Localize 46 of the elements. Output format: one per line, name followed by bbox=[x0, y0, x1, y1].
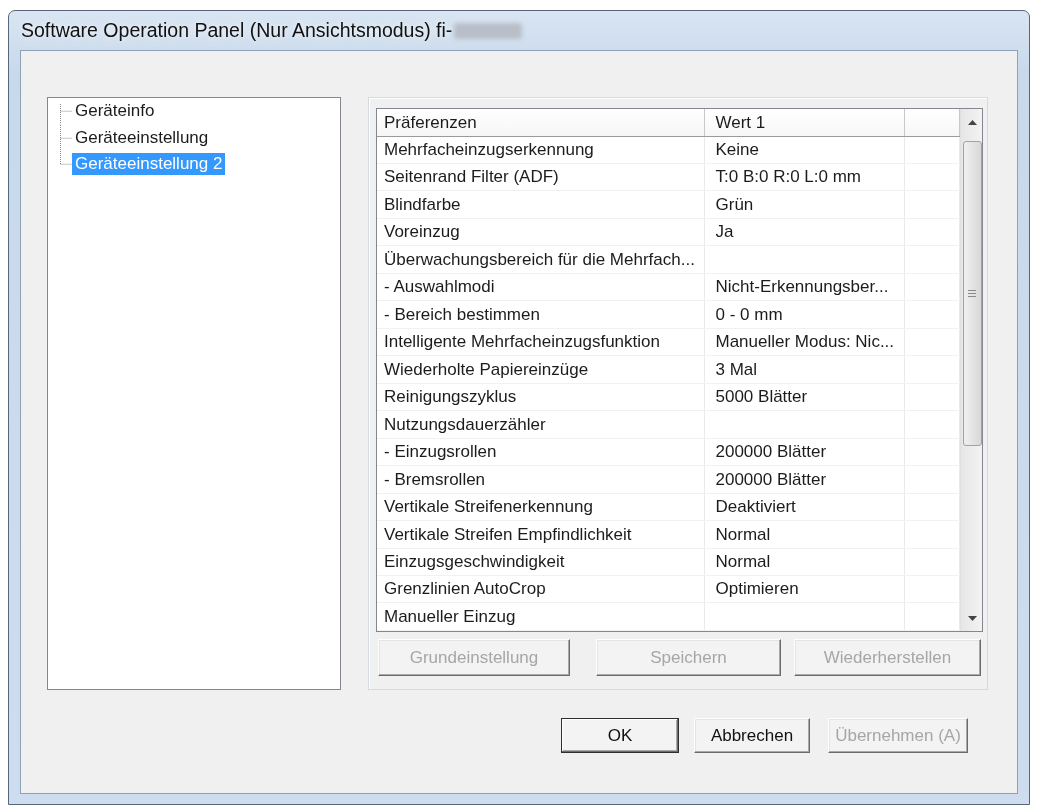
property-value-cell: Grün bbox=[704, 190, 904, 219]
property-name-cell: Überwachungsbereich für die Mehrfach... bbox=[377, 245, 704, 274]
column-header[interactable]: Präferenzen bbox=[377, 109, 704, 136]
property-value-cell: 0 - 0 mm bbox=[704, 300, 904, 329]
window-title: Software Operation Panel (Nur Ansichtsmodus) fi- bbox=[21, 17, 453, 43]
property-value-cell: Keine bbox=[704, 136, 904, 164]
tree-item[interactable]: Geräteinfo bbox=[72, 100, 158, 123]
property-value-cell: 200000 Blätter bbox=[704, 438, 904, 466]
dialog-button[interactable]: OK bbox=[561, 718, 679, 753]
property-value-cell: 200000 Blätter bbox=[704, 465, 904, 494]
property-name-cell: - Bereich bestimmen bbox=[377, 300, 704, 329]
property-value-cell: Optimieren bbox=[704, 575, 904, 603]
property-value-cell: Nicht-Erkennungsber... bbox=[704, 273, 904, 301]
property-value-cell: 3 Mal bbox=[704, 355, 904, 384]
property-name-cell: - Auswahlmodi bbox=[377, 273, 704, 301]
property-name-cell: Manueller Einzug bbox=[377, 602, 704, 631]
property-name-cell: Nutzungsdauerzähler bbox=[377, 410, 704, 439]
property-name-cell: Vertikale Streifenerkennung bbox=[377, 493, 704, 521]
property-name-cell: Vertikale Streifen Empfindlichkeit bbox=[377, 520, 704, 549]
dialog-button[interactable]: Abbrechen bbox=[694, 718, 810, 753]
property-value-cell: Manueller Modus: Nic... bbox=[704, 328, 904, 356]
caret-down-icon bbox=[967, 615, 977, 621]
scrollbar-track[interactable] bbox=[959, 109, 982, 631]
tree-item[interactable]: Geräteeinstellung bbox=[72, 126, 212, 149]
scrollbar-thumb[interactable] bbox=[962, 141, 982, 446]
property-name-cell: Wiederholte Papiereinzüge bbox=[377, 355, 704, 384]
caret-up-icon bbox=[967, 119, 977, 125]
tree-branch-line bbox=[58, 104, 72, 125]
property-value-cell: Normal bbox=[704, 520, 904, 549]
property-name-cell: Grenzlinien AutoCrop bbox=[377, 575, 704, 603]
property-name-cell: Mehrfacheinzugserkennung bbox=[377, 136, 704, 164]
property-name-cell: Blindfarbe bbox=[377, 190, 704, 219]
property-value-cell: Deaktiviert bbox=[704, 493, 904, 521]
property-value-cell: 5000 Blätter bbox=[704, 383, 904, 411]
property-value-cell: T:0 B:0 R:0 L:0 mm bbox=[704, 163, 904, 191]
column-header[interactable]: Wert 1 bbox=[704, 109, 904, 136]
property-name-cell: Reinigungszyklus bbox=[377, 383, 704, 411]
property-name-cell: - Einzugsrollen bbox=[377, 438, 704, 466]
property-value-cell: Ja bbox=[704, 218, 904, 246]
grip-icon bbox=[968, 290, 976, 297]
property-name-cell: Intelligente Mehrfacheinzugsfunktion bbox=[377, 328, 704, 356]
property-name-cell: Seitenrand Filter (ADF) bbox=[377, 163, 704, 191]
property-name-cell: - Bremsrollen bbox=[377, 465, 704, 494]
property-value-cell: Normal bbox=[704, 548, 904, 576]
property-name-cell: Voreinzug bbox=[377, 218, 704, 246]
property-name-cell: Einzugsgeschwindigkeit bbox=[377, 548, 704, 576]
